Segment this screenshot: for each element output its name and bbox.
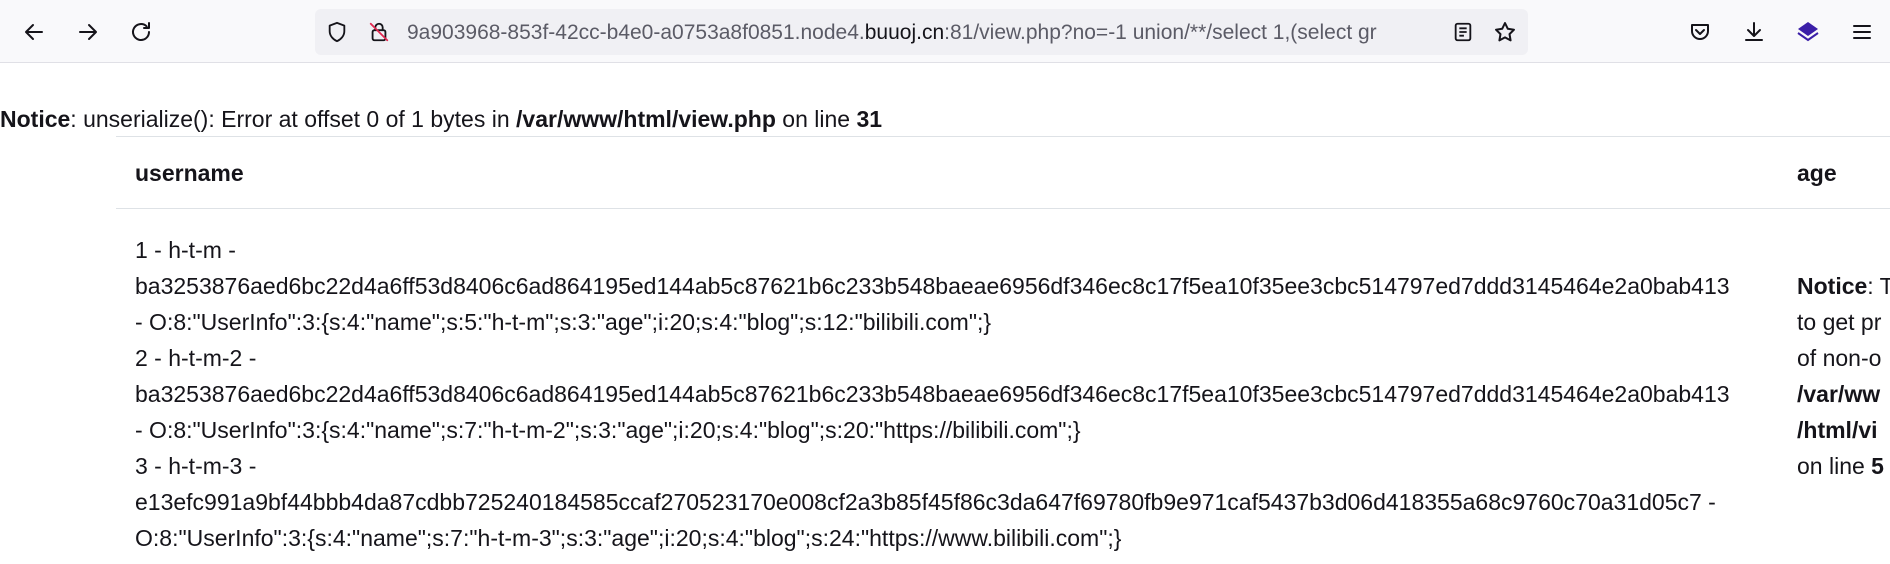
username-line: ba3253876aed6bc22d4a6ff53d8406c6ad864195… [135,273,1730,299]
url-prefix: 9a903968-853f-42cc-b4e0-a0753a8f0851.nod… [407,21,865,44]
username-line: - O:8:"UserInfo":3:{s:4:"name";s:7:"h-t-… [135,417,1081,443]
pocket-button[interactable] [1682,14,1718,50]
username-line: 3 - h-t-m-3 - [135,453,257,479]
url-suffix: :81/view.php?no=-1 union/**/select 1,(se… [944,21,1377,44]
star-icon[interactable] [1493,20,1517,44]
address-bar[interactable]: 9a903968-853f-42cc-b4e0-a0753a8f0851.nod… [315,9,1528,55]
age-notice-line: of non-o [1797,345,1882,371]
extension-icon [1797,22,1819,42]
php-notice: Notice: unserialize(): Error at offset 0… [0,104,882,134]
downloads-button[interactable] [1736,14,1772,50]
age-notice-text: : T [1867,273,1890,299]
age-notice-line: Notice: T [1797,268,1890,304]
reload-icon [132,22,150,41]
tracking-shield-icon[interactable] [325,20,349,44]
download-icon [1745,22,1763,41]
notice-line-number: 31 [856,106,883,132]
notice-on-line: on line [775,106,857,132]
username-line: O:8:"UserInfo":3:{s:4:"name";s:7:"h-t-m-… [135,525,1122,551]
forward-button[interactable] [70,14,106,50]
arrow-right-icon [79,24,97,40]
username-cell: 1 - h-t-m - ba3253876aed6bc22d4a6ff53d84… [135,232,1730,556]
browser-toolbar: 9a903968-853f-42cc-b4e0-a0753a8f0851.nod… [0,0,1890,63]
back-button[interactable] [16,14,52,50]
age-notice-line: on line 5 [1797,448,1890,484]
menu-button[interactable] [1844,14,1880,50]
hamburger-menu-icon [1853,25,1871,39]
username-line: ba3253876aed6bc22d4a6ff53d8406c6ad864195… [135,381,1730,407]
age-cell: Notice: T to get pr of non-o /var/ww /ht… [1797,268,1890,484]
url-fade [1375,17,1435,47]
column-header-age: age [1797,160,1837,186]
age-notice-line-number: 5 [1871,453,1884,479]
notice-message: : unserialize(): Error at offset 0 of 1 … [70,106,517,132]
notice-label: Notice [0,106,71,132]
insecure-lock-icon[interactable] [367,20,391,44]
url-text[interactable]: 9a903968-853f-42cc-b4e0-a0753a8f0851.nod… [407,20,1427,46]
url-domain: buuoj.cn [864,21,945,44]
age-notice-line: /var/ww [1797,381,1881,407]
table-header-border [116,208,1890,209]
extension-button[interactable] [1790,14,1826,50]
reader-view-icon[interactable] [1451,20,1475,44]
age-notice-on-line: on line [1797,453,1872,479]
age-notice-line: /html/vi [1797,417,1878,443]
age-notice-line: to get pr [1797,309,1882,335]
username-line: 2 - h-t-m-2 - [135,345,257,371]
notice-file: /var/www/html/view.php [516,106,776,132]
age-notice-label: Notice [1797,273,1868,299]
arrow-left-icon [25,24,43,40]
username-line: - O:8:"UserInfo":3:{s:4:"name";s:5:"h-t-… [135,309,992,335]
username-line: 1 - h-t-m - [135,237,236,263]
table-top-border [116,136,1890,137]
username-line: e13efc991a9bf44bbb4da87cdbb725240184585c… [135,489,1716,515]
reload-button[interactable] [123,14,159,50]
pocket-icon [1691,24,1709,40]
column-header-username: username [135,160,244,186]
